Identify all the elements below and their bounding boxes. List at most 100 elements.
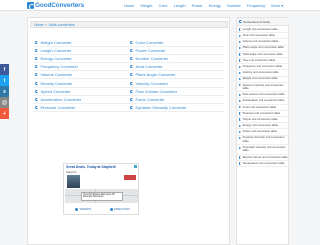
site-header: GoodConverters Home Weight Color Length … <box>0 0 320 11</box>
refresh-icon <box>239 124 242 127</box>
length-converter-link[interactable]: Length Converter <box>34 48 129 53</box>
refresh-icon <box>35 57 38 61</box>
sidebar-item[interactable]: Dynamic viscosity unit conversion table <box>237 136 290 146</box>
ad-map[interactable]: Hotel Terrabasse Barcelona 08 Eixample B… <box>65 189 138 203</box>
plane-angle-converter-link[interactable]: Plane Angle Converter <box>129 72 224 77</box>
force-converter-link[interactable]: Force Converter <box>129 97 224 102</box>
ad-subtitle: Staybird <box>66 169 77 174</box>
refresh-icon <box>239 99 242 103</box>
converter-row: Energy Converter Number Converter <box>34 55 224 64</box>
refresh-icon <box>130 57 133 61</box>
main-nav: Home Weight Color Length Power Energy Nu… <box>124 3 283 8</box>
ad-website-button[interactable]: WEBSITE <box>65 204 102 214</box>
ad-close-icon[interactable] <box>134 165 137 168</box>
ad-map-address: Hotel Terrabasse Barcelona 08 Eixample B… <box>81 192 123 201</box>
sidebar-item-label: Speed or velocity unit conversion table <box>242 82 284 90</box>
ad-directions-button[interactable]: DIRECTIONS <box>102 204 139 214</box>
share-button[interactable]: s <box>0 86 9 97</box>
refresh-icon <box>239 118 242 121</box>
breadcrumb-home[interactable]: Home <box>34 23 44 27</box>
nav-energy[interactable]: Energy <box>209 3 221 8</box>
refresh-icon <box>130 81 133 85</box>
volume-converter-link[interactable]: Volume Converter <box>34 72 129 77</box>
ad-hotel-image[interactable] <box>67 175 80 188</box>
sidebar-item-label: Length unit conversion table <box>242 26 278 31</box>
converter-row: Length Converter Power Converter <box>34 47 224 56</box>
refresh-icon <box>239 34 242 37</box>
nav-weight[interactable]: Weight <box>140 3 152 8</box>
site-logo[interactable]: GoodConverters <box>27 1 84 10</box>
refresh-icon <box>35 97 38 101</box>
sidebar-item-label: Temperature unit conversion table <box>242 160 285 165</box>
refresh-icon <box>239 136 242 140</box>
refresh-icon <box>130 97 133 101</box>
converter-row: Weight Converter Color Converter <box>34 39 224 48</box>
ad-actions: WEBSITE DIRECTIONS <box>65 204 138 214</box>
sidebar-item-label: Solid angle unit conversion table <box>242 51 283 56</box>
advertisement[interactable]: Great Deals, Today at Staybird! Staybird… <box>63 163 139 215</box>
color-converter-link[interactable]: Color Converter <box>129 40 224 45</box>
sidebar-item[interactable]: Speed or velocity unit conversion table <box>237 83 290 93</box>
nav-length[interactable]: Length <box>174 3 186 8</box>
ad-title[interactable]: Great Deals, Today at Staybird! <box>66 165 116 169</box>
sidebar-header: Conversion of Units <box>237 18 290 26</box>
sidebar-list: Length unit conversion table Area unit co… <box>237 26 290 168</box>
refresh-icon <box>239 20 242 23</box>
twitter-share-button[interactable]: t <box>0 75 9 86</box>
nav-number[interactable]: Number <box>227 3 241 8</box>
breadcrumb-separator: » <box>45 22 48 27</box>
email-share-button[interactable]: @ <box>0 97 9 108</box>
globe-icon <box>75 207 79 211</box>
dynamic-viscosity-converter-link[interactable]: Dynamic Viscosity Converter <box>129 105 224 110</box>
weight-converter-link[interactable]: Weight Converter <box>34 40 129 45</box>
refresh-icon <box>35 81 38 85</box>
number-converter-link[interactable]: Number Converter <box>129 56 224 61</box>
acceleration-converter-link[interactable]: Acceleration Converter <box>34 97 129 102</box>
sidebar-item-label: Time unit conversion table <box>242 57 276 62</box>
refresh-icon <box>130 73 133 77</box>
refresh-icon <box>239 53 242 56</box>
sidebar-item-label: Flow volume unit conversion table <box>242 92 285 97</box>
refresh-icon <box>239 59 242 62</box>
sidebar-item-label: Plane angle unit conversion table <box>242 45 284 50</box>
sidebar-title: Conversion of Units <box>243 19 270 24</box>
converter-row: Frequency Converter Area Converter <box>34 63 224 72</box>
power-converter-link[interactable]: Power Converter <box>129 48 224 53</box>
sidebar-item-label: Pressure unit conversion table <box>242 110 281 115</box>
flow-volume-converter-link[interactable]: Flow Volume Converter <box>129 89 224 94</box>
refresh-icon <box>35 65 38 69</box>
sidebar-item-label: Acceleration unit conversion table <box>242 98 285 103</box>
main-panel: Home » Units converters Weight Converter… <box>27 17 230 245</box>
area-converter-link[interactable]: Area Converter <box>129 64 224 69</box>
breadcrumb: Home » Units converters <box>30 21 228 28</box>
frequency-converter-link[interactable]: Frequency Converter <box>34 64 129 69</box>
sidebar-item[interactable]: Temperature unit conversion table <box>237 160 290 168</box>
pressure-converter-link[interactable]: Pressure Converter <box>34 105 129 110</box>
converter-row: Density Converter Velocity Converter <box>34 79 224 88</box>
density-converter-link[interactable]: Density Converter <box>34 81 129 86</box>
energy-converter-link[interactable]: Energy Converter <box>34 56 129 61</box>
converter-row: Acceleration Converter Force Converter <box>34 96 224 104</box>
refresh-icon <box>130 65 133 69</box>
more-share-button[interactable]: + <box>0 108 9 119</box>
refresh-icon <box>130 89 133 93</box>
nav-more[interactable]: More ▾ <box>271 3 283 8</box>
sidebar: Conversion of Units Length unit conversi… <box>236 17 290 245</box>
speed-converter-link[interactable]: Speed Converter <box>34 89 129 94</box>
breadcrumb-current[interactable]: Units converters <box>49 23 75 27</box>
sidebar-item-label: Power unit conversion table <box>242 129 277 134</box>
nav-home[interactable]: Home <box>124 3 134 8</box>
sidebar-item-label: Volume unit conversion table <box>242 39 279 44</box>
velocity-converter-link[interactable]: Velocity Converter <box>129 81 224 86</box>
refresh-icon <box>35 73 38 77</box>
facebook-share-button[interactable]: f <box>0 64 9 75</box>
converter-links: Weight Converter Color Converter Length … <box>34 39 224 112</box>
converter-row: Pressure Converter Dynamic Viscosity Con… <box>34 104 224 112</box>
sidebar-item[interactable]: Kinematic viscosity unit conversion tabl… <box>237 145 290 155</box>
sidebar-item-label: Force unit conversion table <box>242 104 277 109</box>
nav-power[interactable]: Power <box>192 3 203 8</box>
logo-icon <box>27 2 35 10</box>
nav-color[interactable]: Color <box>158 3 167 8</box>
nav-frequency[interactable]: Frequency <box>247 3 265 8</box>
converter-row: Speed Converter Flow Volume Converter <box>34 88 224 96</box>
